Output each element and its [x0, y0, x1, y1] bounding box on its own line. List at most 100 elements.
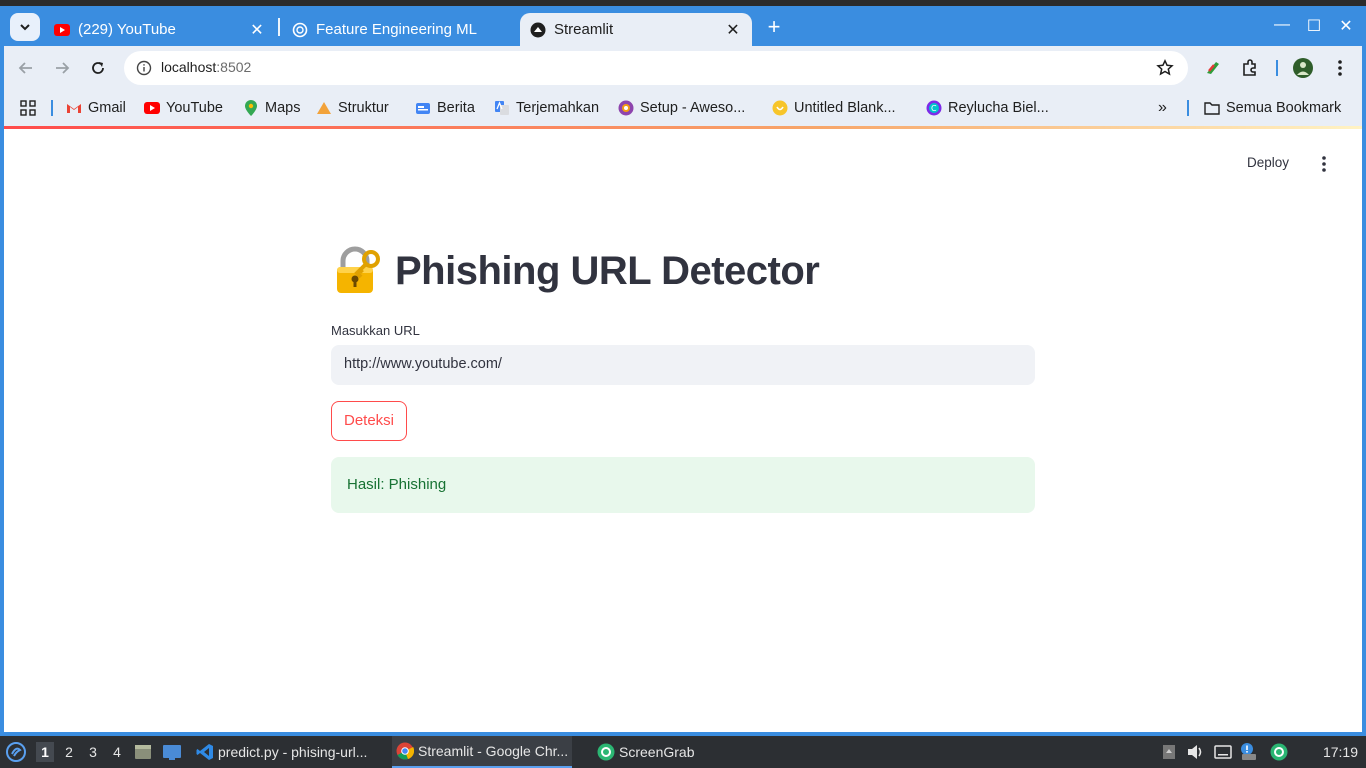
eject-icon[interactable] — [1160, 743, 1178, 761]
tab-title: Streamlit — [554, 21, 614, 38]
bookmark-label: Berita — [437, 100, 475, 116]
app-container: Phishing URL Detector Masukkan URL http:… — [331, 245, 1035, 513]
bookmark-label: Gmail — [88, 100, 126, 116]
bookmark-berita[interactable]: Berita — [415, 98, 475, 118]
bookmark-separator — [51, 100, 53, 116]
start-menu-button[interactable] — [6, 736, 26, 768]
streamlit-icon — [530, 22, 546, 38]
taskbar-app-vscode[interactable]: predict.py - phising-url... — [192, 736, 371, 768]
app-label: Streamlit - Google Chr... — [418, 743, 569, 759]
youtube-icon — [144, 100, 160, 116]
bookmark-label: Setup - Aweso... — [640, 100, 746, 116]
workspace-3[interactable]: 3 — [84, 742, 102, 762]
bookmark-untitled-blank[interactable]: Untitled Blank... — [772, 98, 896, 118]
youtube-icon — [54, 22, 70, 38]
url-input-label: Masukkan URL — [331, 323, 420, 338]
address-bar[interactable]: localhost:8502 — [124, 51, 1188, 85]
arrow-left-icon — [18, 62, 32, 74]
tab-title: Feature Engineering ML — [316, 21, 477, 38]
lock-key-icon — [337, 246, 380, 293]
clock[interactable]: 17:19 — [1323, 744, 1358, 760]
title-text: Phishing URL Detector — [395, 248, 820, 293]
new-tab-button[interactable]: + — [762, 16, 786, 40]
gmail-icon — [66, 100, 82, 116]
tab-streamlit[interactable]: Streamlit ✕ — [520, 13, 752, 46]
blank-icon — [772, 100, 788, 116]
svg-text:C: C — [931, 104, 937, 113]
keyboard-icon[interactable] — [1214, 743, 1232, 761]
reload-button[interactable] — [86, 56, 110, 80]
folder-icon — [1204, 100, 1220, 116]
workspace-2[interactable]: 2 — [60, 742, 78, 762]
tab-youtube[interactable]: (229) YouTube ✕ — [44, 13, 276, 46]
close-window-button[interactable]: ✕ — [1334, 16, 1358, 38]
chrome-icon — [396, 742, 414, 760]
kebab-menu-icon — [1322, 156, 1326, 172]
close-icon[interactable]: ✕ — [724, 21, 742, 39]
bookmark-label: Reylucha Biel... — [948, 100, 1049, 116]
maximize-button[interactable]: ☐ — [1302, 16, 1326, 38]
url-port: :8502 — [216, 59, 252, 75]
tab-title: (229) YouTube — [78, 21, 176, 38]
pma-icon — [316, 100, 332, 116]
bookmark-setup[interactable]: Setup - Aweso... — [618, 98, 745, 118]
bookmark-label: YouTube — [166, 100, 223, 116]
bookmark-maps[interactable]: Maps — [243, 98, 300, 118]
bookmark-label: Terjemahkan — [516, 100, 600, 116]
star-icon[interactable] — [1156, 59, 1174, 77]
url-host: localhost — [161, 59, 217, 75]
minimize-button[interactable]: — — [1270, 16, 1294, 38]
bookmark-terjemahkan[interactable]: Terjemahkan — [494, 98, 599, 118]
url-input[interactable]: http://www.youtube.com/ — [331, 345, 1035, 385]
close-icon[interactable]: ✕ — [248, 21, 266, 39]
file-manager-icon — [135, 745, 151, 759]
arrow-right-icon — [56, 62, 70, 74]
bookmark-reylucha[interactable]: C Reylucha Biel... — [926, 98, 1049, 118]
detect-button[interactable]: Deteksi — [331, 401, 408, 441]
menu-icon[interactable] — [1330, 58, 1350, 78]
bookmark-struktur[interactable]: Struktur — [316, 98, 389, 118]
all-bookmarks-label: Semua Bookmark — [1226, 100, 1342, 116]
bookmarks-bar: Gmail YouTube Maps Struktur Berita Terje… — [4, 90, 1362, 126]
tab-search-button[interactable] — [10, 13, 40, 41]
result-alert: Hasil: Phishing — [331, 457, 1035, 513]
forward-button[interactable] — [50, 56, 74, 80]
deploy-button[interactable]: Deploy — [1247, 155, 1289, 170]
apps-button[interactable] — [20, 98, 36, 118]
volume-icon[interactable] — [1187, 743, 1205, 761]
screengrab-tray-icon[interactable] — [1270, 743, 1288, 761]
taskbar-app-screengrab[interactable]: ScreenGrab — [593, 736, 698, 768]
reload-icon — [92, 62, 104, 74]
desktop-launcher[interactable] — [162, 736, 182, 768]
tab-feature-engineering[interactable]: Feature Engineering ML — [282, 13, 518, 46]
bookmark-separator — [1187, 100, 1189, 116]
workspace-1[interactable]: 1 — [36, 742, 54, 762]
extension-colorful-icon[interactable] — [1203, 58, 1223, 78]
tab-separator — [278, 18, 280, 36]
info-icon[interactable] — [136, 60, 152, 76]
bookmark-label: Untitled Blank... — [794, 100, 896, 116]
more-bookmarks-button[interactable]: » — [1158, 98, 1167, 118]
browser-toolbar: localhost:8502 — [4, 46, 1362, 90]
page-title: Phishing URL Detector — [331, 245, 1035, 297]
toolbar-separator — [1276, 60, 1278, 76]
grid-icon — [20, 100, 36, 116]
setup-icon — [618, 100, 634, 116]
main-menu-button[interactable] — [1314, 154, 1334, 174]
profile-avatar[interactable] — [1293, 58, 1313, 78]
workspace-4[interactable]: 4 — [108, 742, 126, 762]
desktop-logo-icon — [6, 742, 26, 762]
puzzle-icon[interactable] — [1240, 58, 1260, 78]
bookmark-youtube[interactable]: YouTube — [144, 98, 223, 118]
url-text[interactable]: localhost:8502 — [161, 59, 251, 75]
chevron-down-icon — [20, 24, 30, 31]
all-bookmarks-folder[interactable]: Semua Bookmark — [1204, 98, 1341, 118]
taskbar: 1 2 3 4 predict.py - phising-url... Stre… — [0, 736, 1366, 768]
taskbar-app-chrome[interactable]: Streamlit - Google Chr... — [392, 736, 573, 768]
screengrab-icon — [597, 743, 615, 761]
file-manager-launcher[interactable] — [134, 736, 152, 768]
back-button[interactable] — [14, 56, 38, 80]
news-icon — [415, 100, 431, 116]
bookmark-gmail[interactable]: Gmail — [66, 98, 126, 118]
notification-icon[interactable] — [1240, 743, 1258, 761]
